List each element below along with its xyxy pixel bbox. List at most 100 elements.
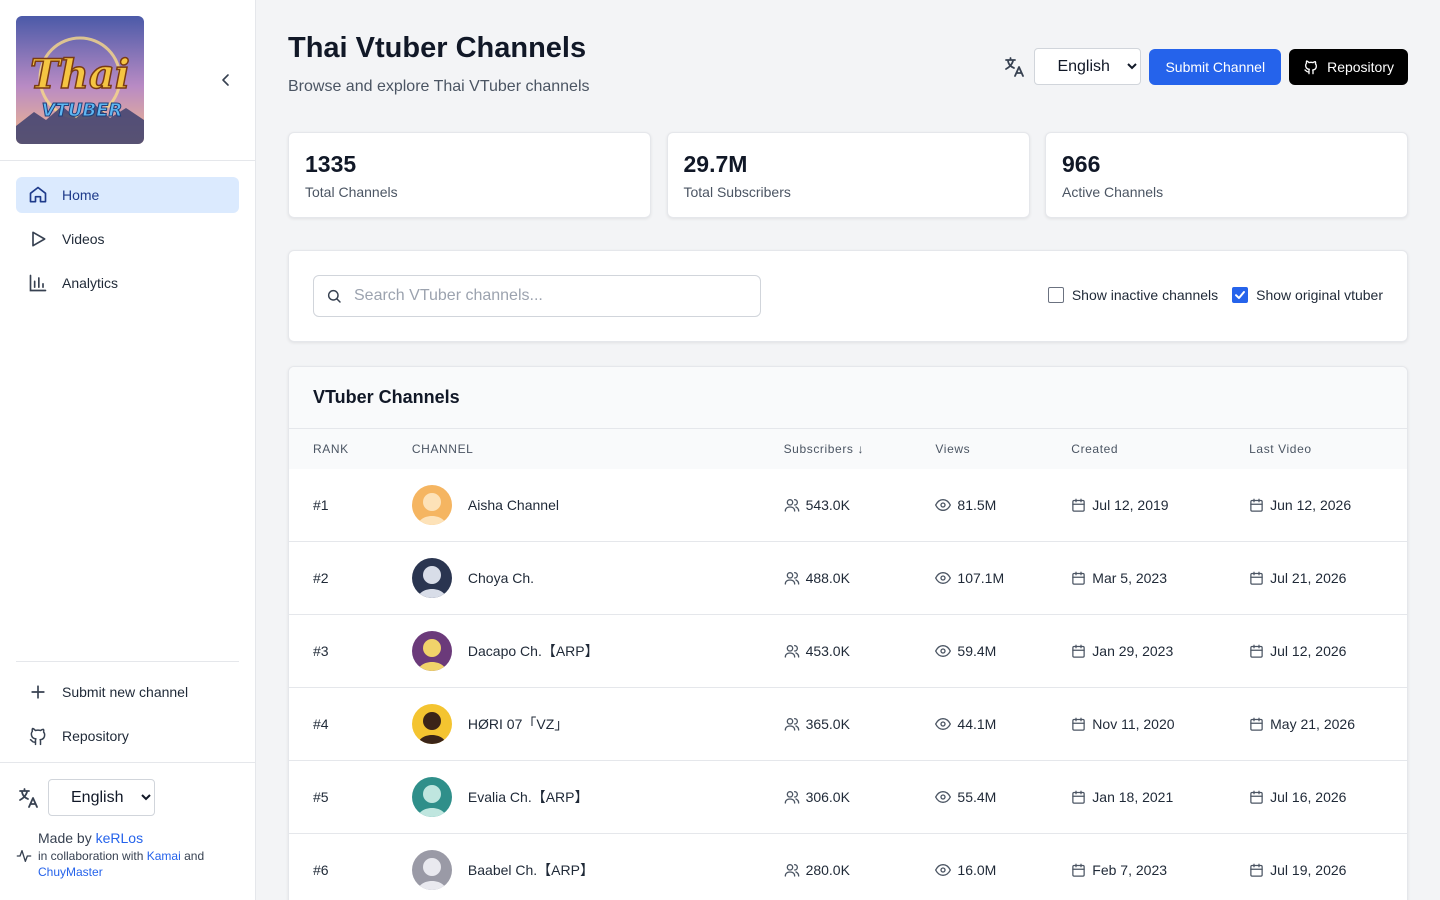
subscribers-value: 543.0K <box>805 497 850 513</box>
collaborator-link-chuymaster[interactable]: ChuyMaster <box>38 865 103 879</box>
author-link[interactable]: keRLos <box>96 830 143 846</box>
column-header-last-video[interactable]: Last Video <box>1249 442 1407 456</box>
views-value: 16.0M <box>957 862 997 878</box>
nav-item-home[interactable]: Home <box>16 177 239 213</box>
rank-value: #2 <box>313 570 329 586</box>
subscribers-cell: 453.0K <box>784 643 936 659</box>
channel-name[interactable]: Choya Ch. <box>468 570 534 586</box>
submit-channel-button[interactable]: Submit Channel <box>1149 48 1282 85</box>
last-video-cell: Jul 16, 2026 <box>1249 789 1407 805</box>
created-cell: Jan 18, 2021 <box>1071 789 1249 805</box>
collapse-sidebar-button[interactable] <box>216 70 236 90</box>
checkmark-icon <box>1235 291 1246 299</box>
avatar[interactable] <box>411 850 452 890</box>
search-input[interactable] <box>354 287 734 305</box>
show-original-checkbox[interactable] <box>1232 287 1249 303</box>
calendar-icon <box>1072 717 1086 731</box>
github-icon <box>1304 59 1318 74</box>
rank-value: #5 <box>313 789 329 805</box>
nav-item-label: Videos <box>62 231 105 247</box>
repository-label: Repository <box>62 728 129 744</box>
channel-name[interactable]: HØRI 07「VZ」 <box>468 714 568 734</box>
calendar-icon <box>1250 790 1263 804</box>
table-header: RANK CHANNEL Subscribers ↓ Views Created… <box>289 429 1407 469</box>
rank-value: #1 <box>313 497 329 513</box>
rank-cell: #4 <box>289 716 412 732</box>
table-title: VTuber Channels <box>289 367 1407 429</box>
channel-name[interactable]: Aisha Channel <box>468 497 559 513</box>
rank-cell: #6 <box>289 862 412 878</box>
rank-cell: #3 <box>289 643 412 659</box>
main-nav: Home Videos Analytics <box>16 177 239 309</box>
app-logo[interactable]: Thai VTUBER <box>16 16 144 144</box>
search-box <box>313 275 761 317</box>
repository-button[interactable]: Repository <box>1289 48 1408 85</box>
activity-icon <box>16 850 32 862</box>
sidebar-language-select[interactable]: English <box>48 779 155 816</box>
nav-item-analytics[interactable]: Analytics <box>16 265 239 301</box>
avatar[interactable] <box>411 558 452 598</box>
eye-icon <box>935 717 952 731</box>
table-row[interactable]: #4 HØRI 07「VZ」 365.0K 44.1M Nov 11, 2020 <box>289 688 1407 761</box>
table-row[interactable]: #2 Choya Ch. 488.0K 107.1M Mar 5, 2023 J… <box>289 542 1407 615</box>
stat-card-total-subscribers: 29.7M Total Subscribers <box>666 132 1030 218</box>
subscribers-cell: 306.0K <box>784 789 936 805</box>
translate-icon <box>1005 56 1025 77</box>
column-header-subscribers[interactable]: Subscribers ↓ <box>784 442 936 456</box>
users-icon <box>784 791 799 804</box>
header-language-select[interactable]: English <box>1034 48 1142 85</box>
rank-value: #6 <box>313 862 329 878</box>
eye-icon <box>935 644 952 658</box>
channel-name[interactable]: Baabel Ch.【ARP】 <box>468 860 594 880</box>
channel-name[interactable]: Evalia Ch.【ARP】 <box>468 787 589 807</box>
show-inactive-toggle[interactable]: Show inactive channels <box>1047 287 1218 303</box>
logo-area: Thai VTUBER <box>0 0 255 161</box>
created-value: Jan 29, 2023 <box>1092 643 1174 659</box>
show-original-toggle[interactable]: Show original vtuber <box>1232 287 1383 303</box>
logo-text-thai: Thai <box>30 51 130 98</box>
last-video-value: Jul 12, 2026 <box>1270 643 1347 659</box>
avatar[interactable] <box>411 485 452 525</box>
calendar-icon <box>1250 571 1263 585</box>
users-icon <box>784 499 799 512</box>
column-header-views[interactable]: Views <box>935 442 1071 456</box>
page-title: Thai Vtuber Channels <box>288 32 587 64</box>
views-value: 44.1M <box>957 716 997 732</box>
table-row[interactable]: #3 Dacapo Ch.【ARP】 453.0K 59.4M Jan 29, … <box>289 615 1407 688</box>
rank-value: #4 <box>313 716 329 732</box>
channel-name[interactable]: Dacapo Ch.【ARP】 <box>468 641 599 661</box>
show-inactive-checkbox[interactable] <box>1047 287 1064 303</box>
calendar-icon <box>1250 644 1263 658</box>
stats-row: 1335 Total Channels 29.7M Total Subscrib… <box>288 132 1408 218</box>
table-row[interactable]: #1 Aisha Channel 543.0K 81.5M Jul 12, 20… <box>289 469 1407 542</box>
submit-new-channel-link[interactable]: Submit new channel <box>16 674 239 710</box>
avatar[interactable] <box>411 704 452 744</box>
channel-cell: Evalia Ch.【ARP】 <box>411 777 784 817</box>
subscribers-value: 488.0K <box>805 570 850 586</box>
collab-and: and <box>184 849 205 863</box>
collaboration-line: in collaboration with Kamai and ChuyMast… <box>38 848 246 880</box>
stat-value: 1335 <box>305 151 357 177</box>
repository-link[interactable]: Repository <box>16 718 239 754</box>
column-header-channel[interactable]: CHANNEL <box>412 442 784 456</box>
column-header-created[interactable]: Created <box>1071 442 1249 456</box>
calendar-icon <box>1250 717 1263 731</box>
avatar[interactable] <box>411 631 452 671</box>
sidebar-language-switcher: English <box>16 779 155 816</box>
table-row[interactable]: #5 Evalia Ch.【ARP】 306.0K 55.4M Jan 18, … <box>289 761 1407 834</box>
collaborator-link-kamai[interactable]: Kamai <box>147 849 181 863</box>
channel-cell: Baabel Ch.【ARP】 <box>411 850 784 890</box>
show-original-label: Show original vtuber <box>1256 287 1383 303</box>
subscribers-value: 365.0K <box>805 716 850 732</box>
table-row[interactable]: #6 Baabel Ch.【ARP】 280.0K 16.0M Feb 7, 2… <box>289 834 1407 900</box>
views-value: 107.1M <box>957 570 1005 586</box>
calendar-icon <box>1072 863 1086 877</box>
views-value: 55.4M <box>957 789 997 805</box>
calendar-icon <box>1072 644 1086 658</box>
avatar[interactable] <box>411 777 452 817</box>
nav-item-videos[interactable]: Videos <box>16 221 239 257</box>
last-video-cell: May 21, 2026 <box>1249 716 1407 732</box>
subscribers-value: 306.0K <box>805 789 850 805</box>
created-value: Nov 11, 2020 <box>1092 716 1175 732</box>
column-header-rank[interactable]: RANK <box>289 442 412 456</box>
